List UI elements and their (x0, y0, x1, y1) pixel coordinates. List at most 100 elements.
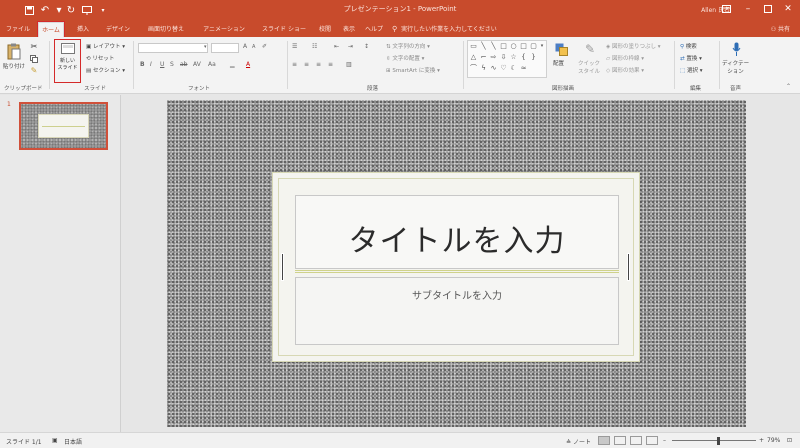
columns-icon[interactable]: ▥ (346, 61, 352, 68)
shape-fill-button[interactable]: ◈ 図形の塗りつぶし ▾ (606, 42, 661, 50)
tab-design[interactable]: デザイン (100, 22, 136, 37)
paste-icon[interactable] (6, 42, 22, 60)
normal-view-icon[interactable] (598, 436, 610, 445)
font-size-select[interactable] (211, 43, 239, 53)
shape-line-icon[interactable]: ╲ (479, 42, 488, 50)
gallery-more-icon[interactable]: ▾ (538, 42, 546, 50)
bullets-icon[interactable]: ☰ (292, 43, 297, 50)
format-painter-icon[interactable]: ✎ (29, 66, 39, 75)
align-center-icon[interactable]: ≡ (304, 61, 309, 68)
shape-brace-icon[interactable]: } (529, 53, 538, 61)
align-left-icon[interactable]: ≡ (292, 61, 297, 68)
layout-button[interactable]: ▣ レイアウト ▾ (86, 42, 125, 50)
shape-arrow-right-icon[interactable]: ⇨ (489, 53, 498, 61)
shapes-gallery[interactable]: ▭ ╲ ╲ □ ○ □ ▢ △ ⌐ ⇨ ⇩ ☆ { } ⌒ ϟ ∿ ♡ ☾ ≈ … (467, 40, 547, 78)
italic-icon[interactable]: I (150, 61, 152, 68)
resize-handle-left[interactable] (281, 253, 284, 281)
highlight-icon[interactable]: ▁ (230, 61, 235, 68)
replace-button[interactable]: ⇄ 置換 ▾ (680, 54, 702, 62)
tab-insert[interactable]: 挿入 (70, 22, 96, 37)
shape-curve-icon[interactable]: ⌒ (469, 64, 478, 72)
tab-animations[interactable]: アニメーション (196, 22, 252, 37)
text-direction-button[interactable]: ⇅ 文字列の方向 ▾ (386, 42, 430, 50)
underline-icon[interactable]: U (160, 61, 164, 68)
clear-format-icon[interactable]: ✐ (262, 43, 267, 50)
fit-to-window-icon[interactable]: ⊡ (787, 437, 792, 444)
shape-heart-icon[interactable]: ♡ (499, 64, 508, 72)
line-spacing-icon[interactable]: ↕ (364, 43, 369, 50)
tab-view[interactable]: 表示 (338, 22, 360, 37)
zoom-slider-thumb[interactable] (717, 437, 721, 445)
shape-rounded-icon[interactable]: ▢ (529, 42, 538, 50)
tab-file[interactable]: ファイル (4, 22, 32, 37)
font-name-select[interactable] (138, 43, 208, 53)
bold-icon[interactable]: B (140, 61, 145, 68)
find-button[interactable]: ⚲ 検索 (680, 42, 697, 50)
copy-icon[interactable] (29, 54, 39, 63)
arrange-button[interactable]: 配置 (553, 59, 564, 67)
shape-brace-icon[interactable]: { (519, 53, 528, 61)
subtitle-placeholder[interactable]: サブタイトルを入力 (295, 277, 619, 345)
reading-view-icon[interactable] (630, 436, 642, 445)
shape-oval-icon[interactable]: ○ (509, 42, 518, 50)
zoom-slider[interactable] (672, 440, 756, 441)
shape-lightning-icon[interactable]: ϟ (479, 64, 488, 72)
shape-corner-icon[interactable]: ⌐ (479, 53, 488, 61)
change-case-icon[interactable]: Aa (208, 61, 216, 68)
shadow-icon[interactable]: S (170, 61, 174, 68)
maximize-icon[interactable] (760, 2, 776, 16)
zoom-in-icon[interactable]: + (759, 437, 764, 444)
notes-button[interactable]: ≙ ノート (566, 437, 591, 446)
slide-sorter-icon[interactable] (614, 436, 626, 445)
paste-button[interactable]: 貼り付け (3, 62, 25, 70)
arrange-icon[interactable] (554, 42, 568, 56)
tab-review[interactable]: 校閲 (314, 22, 336, 37)
collapse-ribbon-icon[interactable]: ⌃ (786, 83, 791, 90)
quick-styles-button[interactable]: クイック スタイル (578, 59, 600, 75)
increase-indent-icon[interactable]: ⇥ (348, 43, 353, 50)
align-text-button[interactable]: ⇳ 文字の配置 ▾ (386, 54, 424, 62)
microphone-icon[interactable] (730, 41, 742, 57)
shape-wave-icon[interactable]: ≈ (519, 64, 528, 72)
shape-moon-icon[interactable]: ☾ (509, 64, 518, 72)
quick-styles-icon[interactable]: ✎ (582, 41, 598, 57)
shape-effects-button[interactable]: ◇ 図形の効果 ▾ (606, 66, 644, 74)
shape-rectangle-icon[interactable]: □ (499, 42, 508, 50)
minimize-icon[interactable]: – (740, 2, 756, 16)
shape-square-icon[interactable]: □ (519, 42, 528, 50)
new-slide-button[interactable]: 新しい スライド (54, 39, 81, 83)
shape-star-icon[interactable]: ☆ (509, 53, 518, 61)
font-color-icon[interactable]: A (246, 61, 250, 68)
smartart-button[interactable]: ⊞ SmartArt に変換 ▾ (386, 66, 440, 74)
title-placeholder[interactable]: タイトルを入力 (295, 195, 619, 269)
cut-icon[interactable]: ✂ (29, 42, 39, 51)
section-button[interactable]: ▤ セクション ▾ (86, 66, 125, 74)
slide-canvas[interactable]: タイトルを入力 サブタイトルを入力 (167, 100, 746, 427)
slide-thumbnail[interactable] (19, 102, 108, 150)
spellcheck-icon[interactable]: ▣ (52, 437, 58, 444)
language[interactable]: 日本語 (64, 437, 82, 446)
decrease-indent-icon[interactable]: ⇤ (334, 43, 339, 50)
font-shrink-icon[interactable]: A (252, 44, 255, 50)
character-spacing-icon[interactable]: AV (193, 61, 201, 68)
share-button[interactable]: ⚇ 共有 (771, 24, 790, 33)
justify-icon[interactable]: ≡ (328, 61, 333, 68)
select-button[interactable]: ⬚ 選択 ▾ (680, 66, 702, 74)
tab-slideshow[interactable]: スライド ショー (256, 22, 312, 37)
shape-rectangle-icon[interactable]: ▭ (469, 42, 478, 50)
shape-outline-button[interactable]: ▱ 図形の枠線 ▾ (606, 54, 644, 62)
reset-button[interactable]: ⟲ リセット (86, 54, 114, 62)
font-grow-icon[interactable]: A (243, 43, 247, 50)
tab-transitions[interactable]: 画面切り替え (140, 22, 192, 37)
align-right-icon[interactable]: ≡ (316, 61, 321, 68)
shape-arrow-down-icon[interactable]: ⇩ (499, 53, 508, 61)
shape-triangle-icon[interactable]: △ (469, 53, 478, 61)
shape-line-icon[interactable]: ╲ (489, 42, 498, 50)
dictate-button[interactable]: ディクテー ション (722, 59, 749, 75)
font-name-dropdown-icon[interactable]: ▾ (204, 44, 207, 50)
strikethrough-icon[interactable]: ab (180, 61, 188, 68)
tell-me-box[interactable]: ⚲ 実行したい作業を入力してください (392, 24, 497, 33)
numbering-icon[interactable]: ☷ (312, 43, 317, 50)
resize-handle-right[interactable] (627, 253, 630, 281)
tab-help[interactable]: ヘルプ (362, 22, 386, 37)
